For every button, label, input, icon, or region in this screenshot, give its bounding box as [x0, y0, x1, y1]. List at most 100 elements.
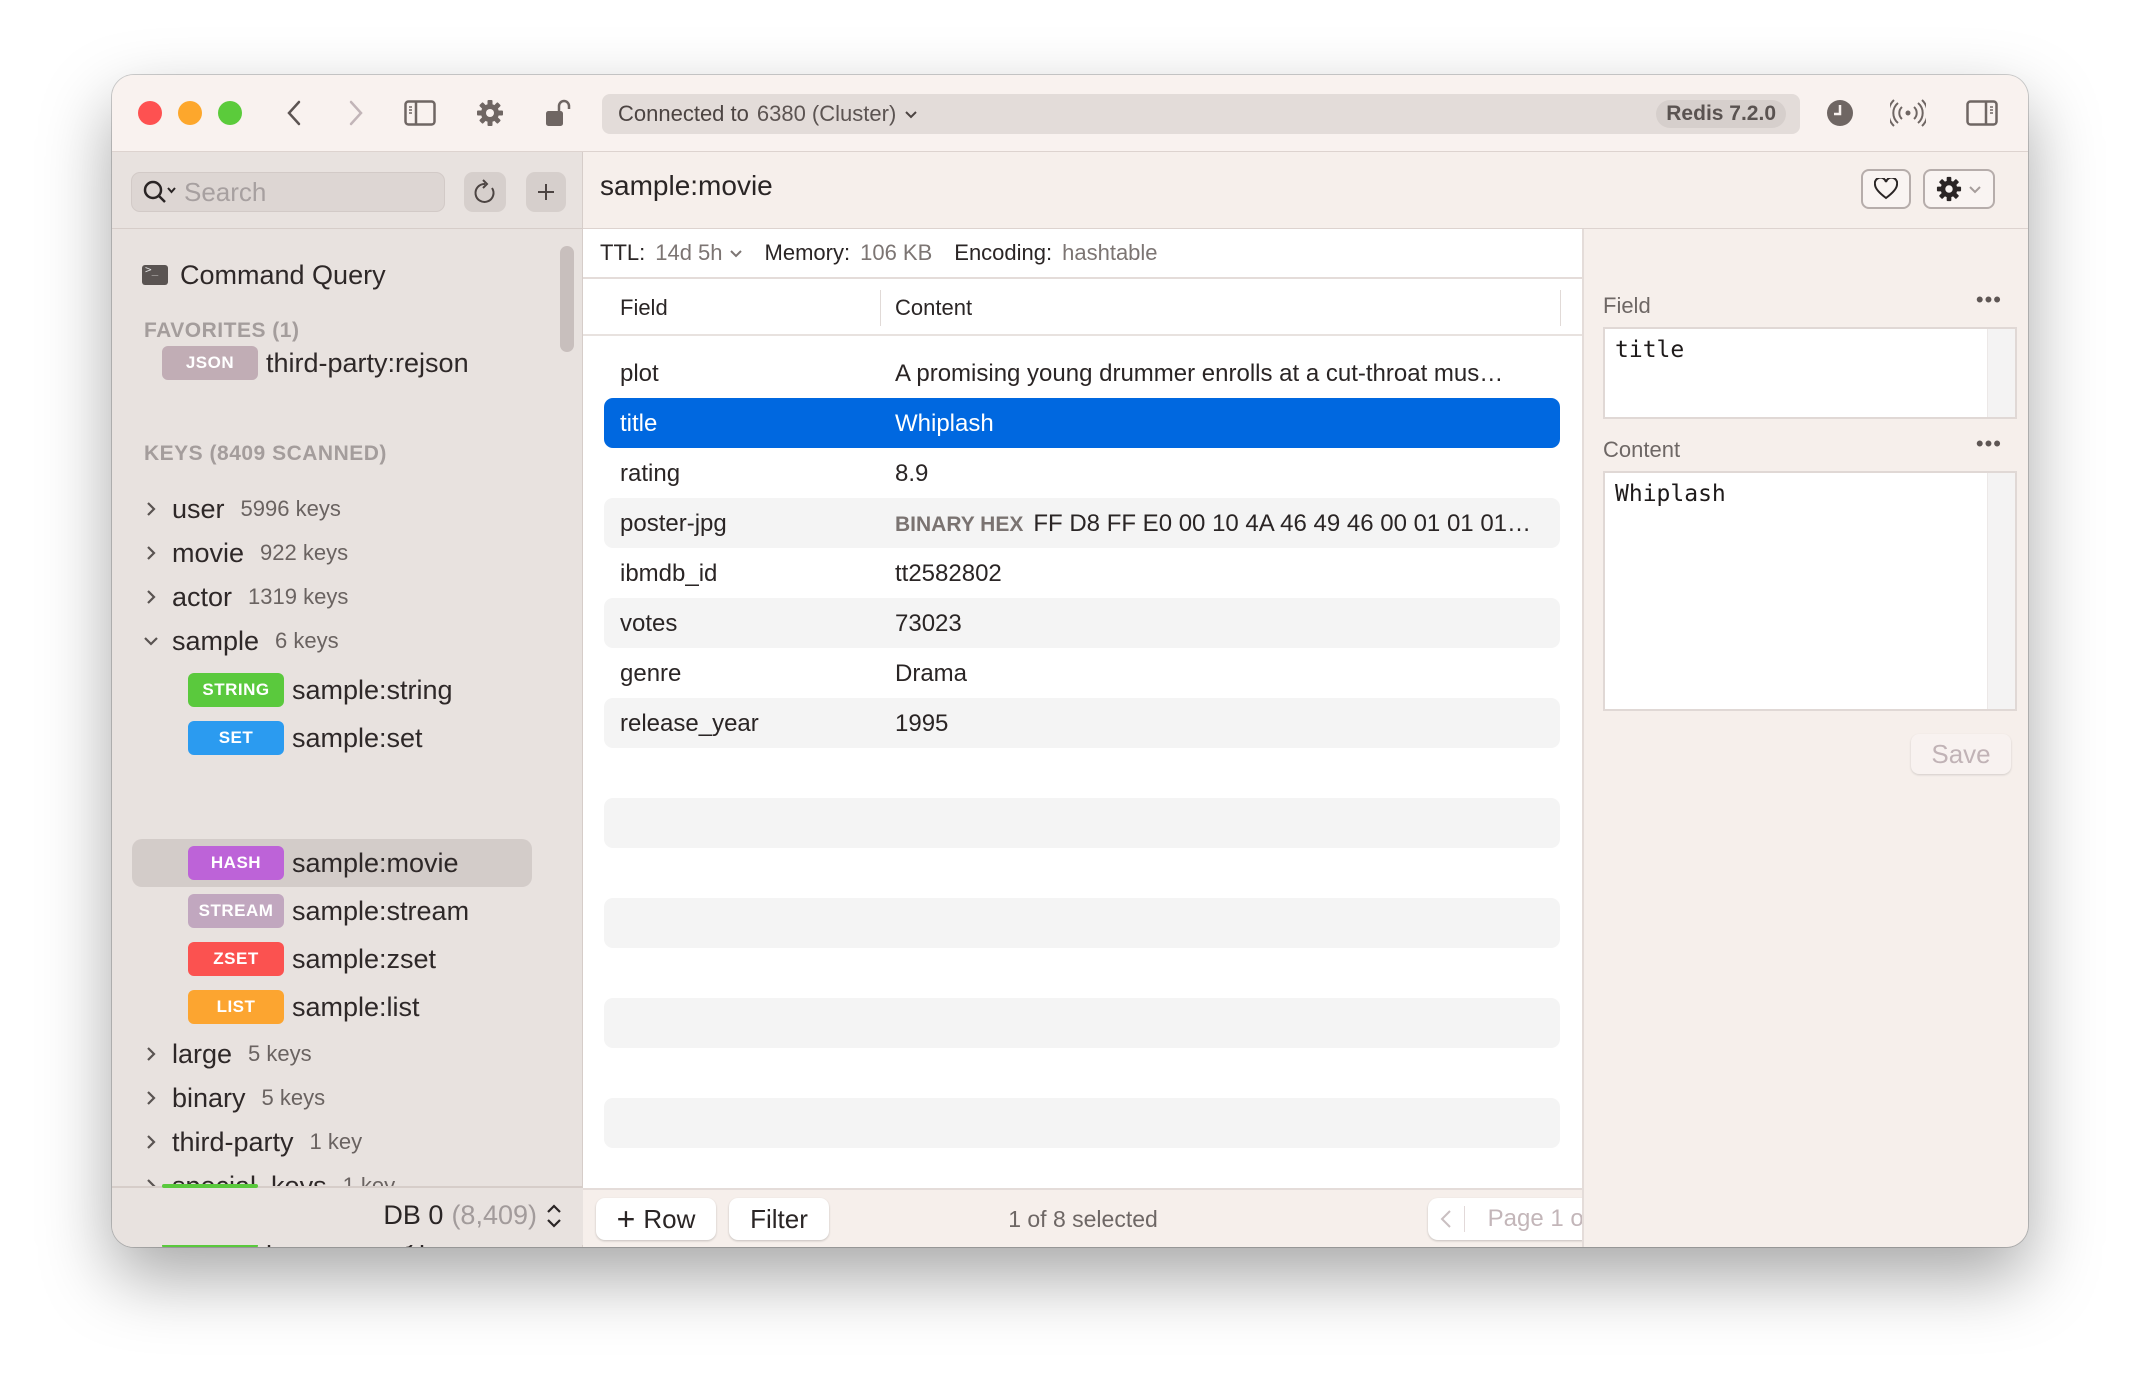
hex-value: FF D8 FF E0 00 10 4A 46 49 46 00 01 01 0…: [1033, 510, 1532, 537]
favorite-button[interactable]: [1861, 169, 1911, 209]
column-divider[interactable]: [1560, 290, 1561, 326]
type-badge: STREAM: [188, 894, 284, 928]
chevron-left-icon: [1440, 1210, 1451, 1228]
clipped-badge: [162, 1184, 258, 1188]
gear-icon: [1936, 176, 1962, 202]
table-row[interactable]: genre Drama: [604, 648, 1560, 698]
settings-gear-icon[interactable]: [472, 95, 508, 131]
back-icon[interactable]: [276, 95, 312, 131]
selection-status-text: 1 of 8 selected: [1008, 1206, 1158, 1232]
search-input[interactable]: Search: [131, 172, 445, 212]
tree-folder-expanded[interactable]: sample 6 keys: [112, 619, 583, 663]
forward-icon[interactable]: [338, 95, 374, 131]
field-editor[interactable]: title: [1603, 327, 2017, 419]
tree-folder[interactable]: actor 1319 keys: [112, 575, 583, 619]
column-header-content[interactable]: Content: [895, 295, 972, 321]
encoding-label: Encoding:: [954, 240, 1053, 265]
field-more-button[interactable]: •••: [1976, 287, 2002, 313]
field-editor-scrollbar[interactable]: [1987, 329, 2015, 417]
table-row[interactable]: rating 8.9: [604, 448, 1560, 498]
plus-icon: [538, 184, 554, 200]
column-divider[interactable]: [880, 290, 881, 326]
table-row[interactable]: plot A promising young drummer enrolls a…: [604, 348, 1560, 398]
type-badge: ZSET: [188, 942, 284, 976]
history-clock-icon[interactable]: [1822, 95, 1858, 131]
folder-count: 5996 keys: [240, 496, 341, 521]
cell-content: 73023: [895, 610, 962, 637]
tree-folder[interactable]: user 5996 keys: [112, 487, 583, 531]
broadcast-icon[interactable]: [1890, 95, 1926, 131]
chevron-right-icon: [140, 500, 162, 518]
cell-content: Whiplash: [895, 410, 994, 437]
folder-count: 6 keys: [275, 628, 339, 653]
favorite-item[interactable]: JSON third-party:rejson: [112, 341, 583, 385]
favorites-header: FAVORITES (1): [144, 319, 300, 342]
sidebar-toggle-icon[interactable]: [402, 95, 438, 131]
cell-content: A promising young drummer enrolls at a c…: [895, 360, 1504, 387]
sidebar: Search Command Query FAVORITES (1) JSON …: [112, 152, 583, 1247]
cell-content: tt2582802: [895, 560, 1002, 587]
app-window: Connected to 6380 (Cluster) Redis 7.2.0 …: [112, 75, 2028, 1247]
key-item[interactable]: LIST sample:list: [112, 985, 583, 1029]
memory-value: 106 KB: [860, 240, 933, 265]
chevron-down-icon: [905, 111, 917, 119]
tree-folder[interactable]: movie 922 keys: [112, 531, 583, 575]
table-row-selected[interactable]: title Whiplash: [604, 398, 1560, 448]
refresh-button[interactable]: [464, 172, 506, 212]
encoding-value: hashtable: [1062, 240, 1158, 265]
content-editor-value: Whiplash: [1615, 481, 1726, 507]
inspector-toggle-icon[interactable]: [1964, 95, 2000, 131]
folder-name: movie: [172, 537, 245, 568]
key-name: sample:movie: [292, 847, 459, 878]
binary-hex-tag: BINARY HEX: [895, 513, 1024, 536]
zoom-window-button[interactable]: [218, 101, 242, 125]
table-row[interactable]: release_year 1995: [604, 698, 1560, 748]
cell-field: ibmdb_id: [620, 560, 718, 587]
table-row[interactable]: ibmdb_id tt2582802: [604, 548, 1560, 598]
key-item[interactable]: ZSET sample:zset: [112, 937, 583, 981]
close-window-button[interactable]: [138, 101, 162, 125]
key-item[interactable]: SET sample:set: [112, 716, 583, 760]
table-row[interactable]: poster-jpg BINARY HEX FF D8 FF E0 00 10 4…: [604, 498, 1560, 548]
selection-status: 1 of 8 selected: [583, 1206, 1313, 1233]
folder-count: 5 keys: [248, 1041, 312, 1066]
folder-name: user: [172, 493, 225, 524]
table-row[interactable]: votes 73023: [604, 598, 1560, 648]
tree-folder[interactable]: binary 5 keys: [112, 1076, 583, 1120]
content-editor-scrollbar[interactable]: [1987, 473, 2015, 709]
type-badge: LIST: [188, 990, 284, 1024]
column-header-field[interactable]: Field: [620, 295, 668, 321]
detail-pane: Field ••• title Content ••• Whiplash Sav…: [1582, 229, 2028, 1247]
save-button[interactable]: Save: [1911, 734, 2011, 774]
folder-name: binary: [172, 1082, 246, 1113]
terminal-icon: [142, 263, 168, 285]
cell-field: plot: [620, 360, 659, 387]
connection-selector[interactable]: Connected to 6380 (Cluster) Redis 7.2.0: [602, 94, 1800, 134]
tree-folder[interactable]: large 5 keys: [112, 1032, 583, 1076]
refresh-icon: [474, 179, 495, 203]
content-editor[interactable]: Whiplash: [1603, 471, 2017, 711]
content-more-button[interactable]: •••: [1976, 431, 2002, 457]
command-query-label: Command Query: [180, 259, 386, 290]
add-key-button[interactable]: [526, 172, 566, 212]
key-actions-menu-button[interactable]: [1923, 169, 1995, 209]
previous-page-button[interactable]: [1428, 1209, 1464, 1229]
sidebar-scrollbar[interactable]: [560, 246, 574, 352]
database-selector[interactable]: DB 0 (8,409): [383, 1200, 563, 1231]
key-item[interactable]: STRING sample:string: [112, 668, 583, 712]
chevron-right-icon: [140, 1045, 162, 1063]
connection-label: Connected to: [618, 101, 749, 126]
key-item-selected[interactable]: HASH sample:movie: [112, 841, 583, 885]
search-icon: [143, 180, 176, 203]
minimize-window-button[interactable]: [178, 101, 202, 125]
key-item[interactable]: STREAM sample:stream: [112, 889, 583, 933]
command-query-item[interactable]: Command Query: [142, 255, 386, 295]
unlock-icon[interactable]: [540, 95, 576, 131]
folder-count: 1 key: [309, 1129, 363, 1154]
ttl-dropdown[interactable]: 14d 5h: [655, 240, 742, 266]
heart-icon: [1874, 178, 1898, 200]
folder-name: large: [172, 1038, 233, 1069]
chevron-down-icon: [140, 635, 162, 647]
tree-folder[interactable]: third-party 1 key: [112, 1120, 583, 1164]
empty-row: [604, 898, 1560, 948]
